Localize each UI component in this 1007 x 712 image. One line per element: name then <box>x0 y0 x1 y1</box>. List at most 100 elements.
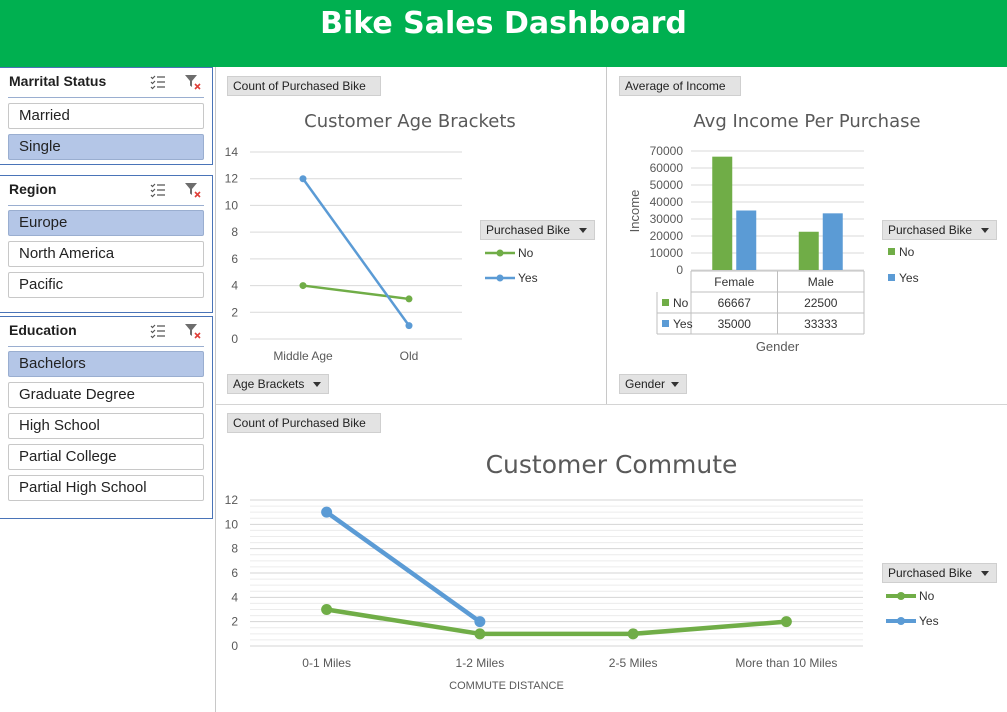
data-point-yes <box>405 322 413 330</box>
table-legend-key-no <box>662 299 669 306</box>
chart-divider-horizontal <box>216 404 1007 405</box>
x-tick-label: Female <box>714 275 754 289</box>
y-tick-label: 30000 <box>650 212 684 226</box>
legend-label-no: No <box>919 589 935 603</box>
dropdown-arrow-icon <box>313 382 321 387</box>
legend-marker-yes <box>897 617 905 625</box>
data-point-no <box>405 295 413 303</box>
y-tick-label: 10000 <box>650 246 684 260</box>
clear-filter-icon[interactable] <box>184 73 202 91</box>
y-tick-label: 0 <box>231 639 238 653</box>
slicer-header: Region <box>0 176 212 206</box>
data-point-yes <box>321 506 333 518</box>
slicer-separator <box>8 205 204 206</box>
series-line-no <box>326 607 787 637</box>
pivot-field-average-income[interactable]: Average of Income <box>619 76 741 96</box>
data-label: 35000 <box>718 317 752 331</box>
pivot-field-count-purchased-age[interactable]: Count of Purchased Bike <box>227 76 381 96</box>
slicer-item-europe[interactable]: Europe <box>8 210 204 236</box>
x-axis-title: Gender <box>756 339 800 354</box>
data-label: 22500 <box>804 296 838 310</box>
y-tick-label: 4 <box>231 279 238 293</box>
chart-title-commute: Customer Commute <box>485 450 738 479</box>
dashboard-title: Bike Sales Dashboard <box>320 6 687 41</box>
slicer-separator <box>8 97 204 98</box>
legend-label-yes: Yes <box>919 614 939 628</box>
clear-filter-icon[interactable] <box>184 181 202 199</box>
y-tick-label: 6 <box>231 566 238 580</box>
legend-label-no: No <box>518 246 534 260</box>
slicer-item-married[interactable]: Married <box>8 103 204 129</box>
slicer-header: Marrital Status <box>0 68 212 98</box>
pivot-field-label: Age Brackets <box>233 377 305 391</box>
y-tick-label: 0 <box>676 263 683 277</box>
x-tick-label: 1-2 Miles <box>456 656 505 670</box>
data-point-yes <box>299 175 307 183</box>
slicer-header: Education <box>0 317 212 347</box>
y-tick-label: 6 <box>231 252 238 266</box>
y-tick-label: 10 <box>225 198 239 212</box>
slicer-item-high-school[interactable]: High School <box>8 413 204 439</box>
pivot-field-label: Purchased Bike <box>888 223 973 237</box>
data-point-no <box>321 604 333 615</box>
slicer-item-partial-high-school[interactable]: Partial High School <box>8 475 204 501</box>
y-axis-title: Income <box>627 190 642 233</box>
slicer-item-single[interactable]: Single <box>8 134 204 160</box>
y-tick-label: 12 <box>225 493 239 507</box>
bar-yes <box>822 213 843 270</box>
legend-marker-yes <box>888 274 895 281</box>
slicer-title: Marrital Status <box>9 73 107 89</box>
table-legend-key-yes <box>662 320 669 327</box>
slicer-separator <box>8 346 204 347</box>
x-tick-label: Middle Age <box>273 349 333 363</box>
bar-no <box>798 231 819 270</box>
series-line-yes <box>301 177 411 327</box>
legend-marker-yes <box>496 274 504 282</box>
data-label: 66667 <box>718 296 752 310</box>
multi-select-icon[interactable] <box>150 74 166 90</box>
y-tick-label: 40000 <box>650 195 684 209</box>
clear-filter-icon[interactable] <box>184 322 202 340</box>
dropdown-arrow-icon <box>981 228 989 233</box>
y-tick-label: 60000 <box>650 161 684 175</box>
data-point-no <box>474 628 486 640</box>
series-line-yes <box>325 510 482 624</box>
data-point-no <box>299 282 307 290</box>
y-tick-label: 12 <box>225 172 239 186</box>
pivot-field-gender[interactable]: Gender <box>619 374 687 394</box>
y-tick-label: 8 <box>231 542 238 556</box>
y-tick-label: 4 <box>231 590 238 604</box>
x-tick-label: Old <box>400 349 419 363</box>
legend-marker-no <box>496 249 504 257</box>
table-series-label: No <box>673 296 689 310</box>
slicer-item-north-america[interactable]: North America <box>8 241 204 267</box>
dropdown-arrow-icon <box>981 571 989 576</box>
x-tick-label: More than 10 Miles <box>735 656 837 670</box>
pivot-field-label: Gender <box>625 377 666 391</box>
slicer-item-graduate-degree[interactable]: Graduate Degree <box>8 382 204 408</box>
pivot-legend-purchased-bike-income[interactable]: Purchased Bike <box>882 220 997 240</box>
dropdown-arrow-icon <box>671 382 679 387</box>
pivot-legend-purchased-bike-age[interactable]: Purchased Bike <box>480 220 595 240</box>
multi-select-icon[interactable] <box>150 182 166 198</box>
dropdown-arrow-icon <box>579 228 587 233</box>
slicer-item-pacific[interactable]: Pacific <box>8 272 204 298</box>
chart-divider-vertical <box>606 67 607 404</box>
data-point-no <box>627 628 639 640</box>
x-tick-label: 2-5 Miles <box>609 656 658 670</box>
pivot-field-count-purchased-commute[interactable]: Count of Purchased Bike <box>227 413 381 433</box>
bar-yes <box>736 210 757 270</box>
y-tick-label: 50000 <box>650 178 684 192</box>
legend-label-yes: Yes <box>518 271 538 285</box>
pivot-field-age-brackets[interactable]: Age Brackets <box>227 374 329 394</box>
y-tick-label: 8 <box>231 225 238 239</box>
pivot-legend-purchased-bike-commute[interactable]: Purchased Bike <box>882 563 997 583</box>
data-label: 33333 <box>804 317 838 331</box>
slicer-education: Education Bachelors Graduate Degree High… <box>0 316 213 519</box>
multi-select-icon[interactable] <box>150 323 166 339</box>
sidebar-divider <box>215 67 216 712</box>
y-tick-label: 2 <box>231 305 238 319</box>
x-axis-title: COMMUTE DISTANCE <box>449 680 564 692</box>
slicer-item-partial-college[interactable]: Partial College <box>8 444 204 470</box>
slicer-item-bachelors[interactable]: Bachelors <box>8 351 204 377</box>
